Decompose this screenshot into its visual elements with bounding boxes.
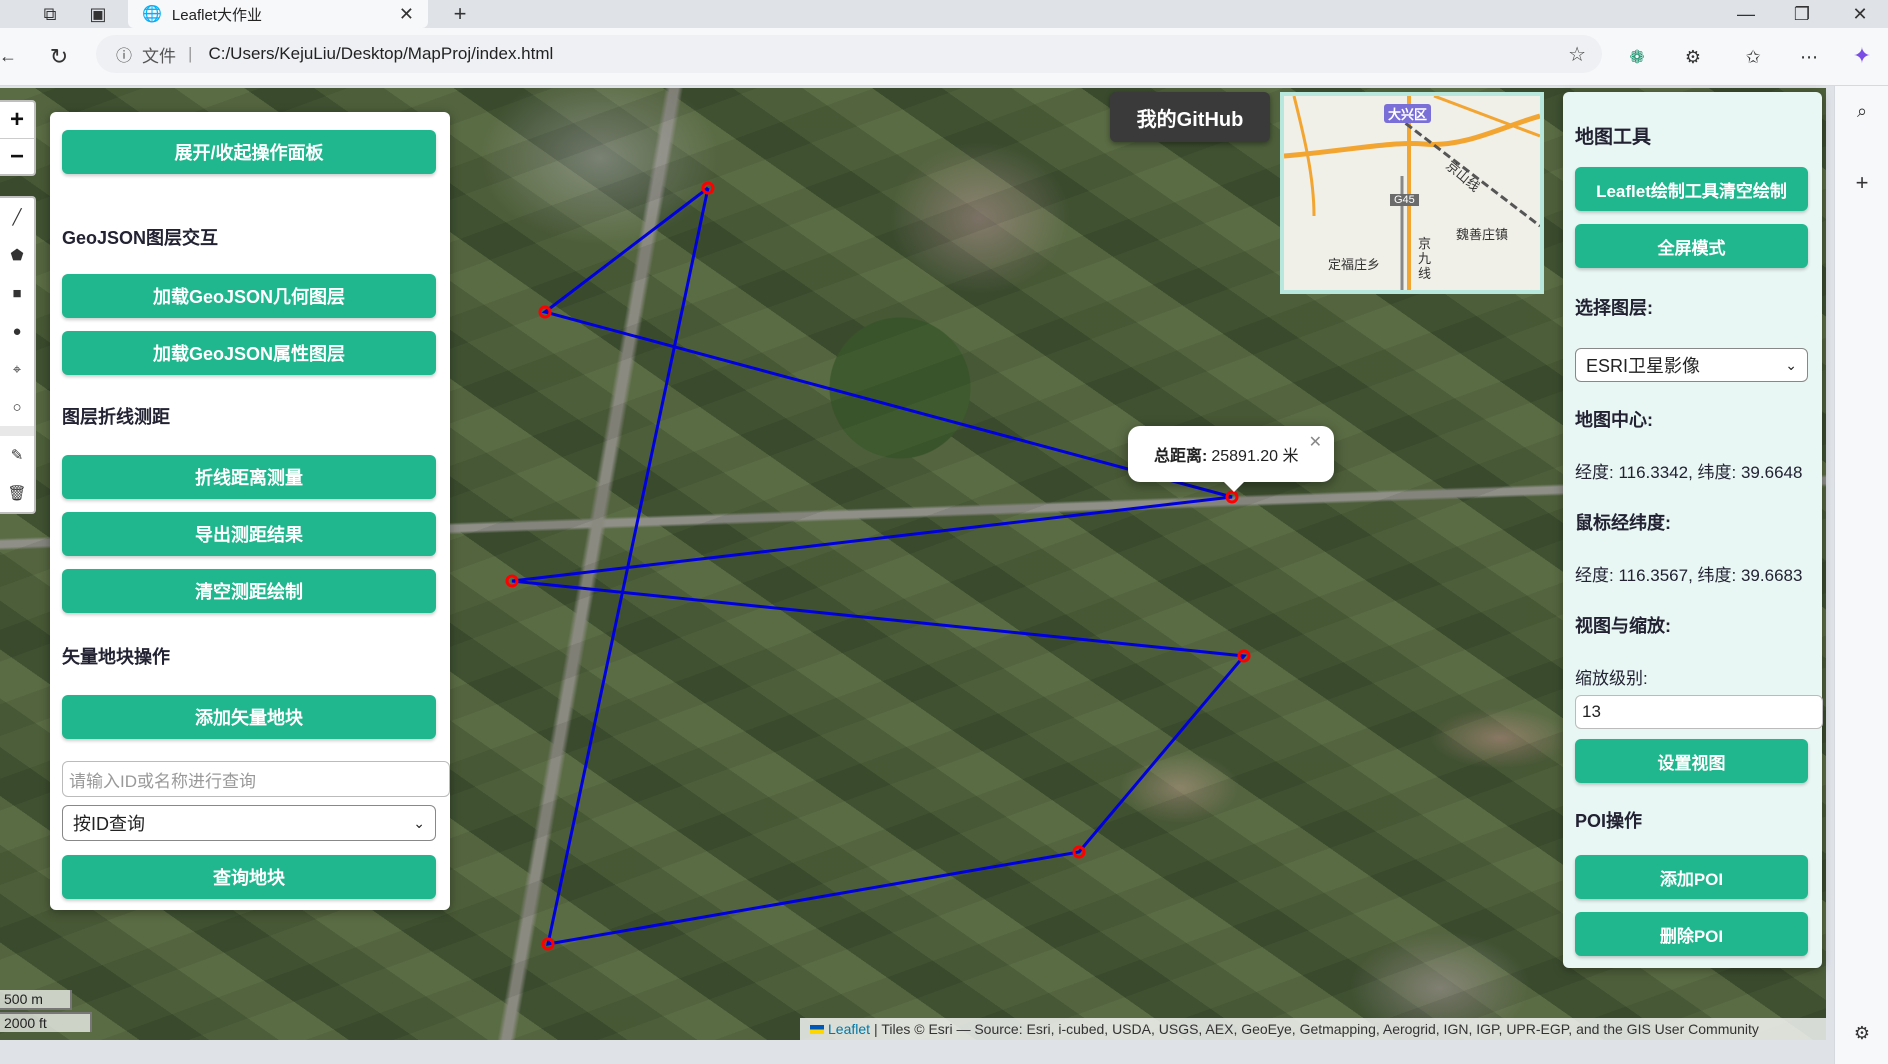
geojson-section-title: GeoJSON图层交互	[62, 228, 219, 248]
draw-circle-icon[interactable]: ●	[0, 312, 34, 350]
query-input[interactable]: 请输入ID或名称进行查询	[62, 761, 450, 797]
minimap-label: G45	[1390, 194, 1419, 206]
measure-polyline[interactable]	[511, 186, 1247, 946]
load-geojson-geometry-button[interactable]: 加载GeoJSON几何图层	[62, 274, 436, 318]
clear-measure-button[interactable]: 清空测距绘制	[62, 569, 436, 613]
draw-toolbar: ╱ ⬟ ■ ● ⌖ ○ ✎ 🗑	[0, 196, 36, 514]
distance-label: 总距离:	[1154, 448, 1208, 465]
minimap-label: 定福庄乡	[1328, 257, 1381, 272]
copilot-icon[interactable]: ✦	[1848, 42, 1876, 70]
tab-actions-icon[interactable]: ▣	[88, 4, 108, 24]
toggle-panel-button[interactable]: 展开/收起操作面板	[62, 130, 436, 174]
close-window-icon[interactable]: ✕	[1848, 2, 1872, 26]
distance-popup: 总距离: 25891.20 米 ✕	[1128, 426, 1334, 492]
load-geojson-attribute-button[interactable]: 加载GeoJSON属性图层	[62, 331, 436, 375]
extensions-icon[interactable]: ⚙	[1680, 44, 1706, 70]
restore-icon[interactable]: ❐	[1790, 2, 1814, 26]
zoom-out-button[interactable]: −	[0, 138, 34, 174]
mouse-coords-value: 经度: 116.3567, 纬度: 39.6683	[1575, 566, 1803, 585]
center-label: 地图中心:	[1575, 410, 1653, 430]
mouse-coords-label: 鼠标经纬度:	[1575, 513, 1671, 533]
url-separator: |	[188, 44, 193, 63]
add-vector-block-button[interactable]: 添加矢量地块	[62, 695, 436, 739]
layer-select[interactable]: ESRI卫星影像 ⌄	[1575, 348, 1808, 382]
query-block-button[interactable]: 查询地块	[62, 855, 436, 899]
edit-layers-icon[interactable]: ✎	[0, 436, 34, 474]
draw-rectangle-icon[interactable]: ■	[0, 274, 34, 312]
url-scheme-label: 文件	[142, 46, 177, 66]
chevron-down-icon: ⌄	[1785, 356, 1797, 373]
leaflet-link[interactable]: Leaflet	[828, 1021, 870, 1037]
more-menu-icon[interactable]: ⋯	[1796, 44, 1822, 70]
tools-title: 地图工具	[1575, 127, 1652, 148]
export-measure-button[interactable]: 导出测距结果	[62, 512, 436, 556]
search-icon[interactable]: ⌕	[1849, 98, 1875, 124]
browser-tab[interactable]: 🌐 Leaflet大作业 ✕	[128, 0, 428, 28]
layer-label: 选择图层:	[1575, 298, 1653, 318]
globe-icon: 🌐	[142, 6, 162, 23]
url-text: C:/Users/KejuLiu/Desktop/MapProj/index.h…	[208, 44, 554, 63]
chevron-down-icon: ⌄	[413, 814, 425, 831]
layer-select-value: ESRI卫星影像	[1586, 356, 1701, 376]
favorite-star-icon[interactable]: ☆	[1568, 42, 1586, 67]
vector-section-title: 矢量地块操作	[62, 647, 170, 667]
query-mode-select[interactable]: 按ID查询 ⌄	[62, 805, 436, 841]
minimap[interactable]: 大兴区 G45 京山线 魏善庄镇 定福庄乡 京九线	[1280, 92, 1544, 294]
close-tab-icon[interactable]: ✕	[399, 4, 414, 25]
zoom-in-button[interactable]: +	[0, 102, 34, 138]
polyline-measure-button[interactable]: 折线距离测量	[62, 455, 436, 499]
tab-bar: ⧉ ▣ 🌐 Leaflet大作业 ✕ + — ❐ ✕	[0, 0, 1888, 28]
add-sidebar-icon[interactable]: +	[1849, 170, 1875, 196]
minimize-icon[interactable]: —	[1734, 2, 1758, 26]
zoom-control: + −	[0, 100, 36, 176]
set-view-button[interactable]: 设置视图	[1575, 739, 1808, 783]
operation-panel: 展开/收起操作面板 GeoJSON图层交互 加载GeoJSON几何图层 加载Ge…	[50, 112, 450, 910]
delete-layers-icon[interactable]: 🗑	[0, 474, 34, 512]
minimap-label: 魏善庄镇	[1456, 227, 1509, 242]
refresh-icon[interactable]: ↻	[46, 44, 72, 70]
clear-draw-button[interactable]: Leaflet绘制工具清空绘制	[1575, 167, 1808, 211]
address-bar: ← ↻ ⓘ 文件 | C:/Users/KejuLiu/Desktop/MapP…	[0, 28, 1888, 86]
back-icon[interactable]: ←	[0, 44, 17, 68]
map-attribution: Leaflet | Tiles © Esri — Source: Esri, i…	[800, 1018, 1826, 1040]
draw-polygon-icon[interactable]: ⬟	[0, 236, 34, 274]
minimap-label: 大兴区	[1384, 104, 1432, 123]
github-button[interactable]: 我的GitHub	[1110, 92, 1270, 142]
map-tools-panel: 地图工具 Leaflet绘制工具清空绘制 全屏模式 选择图层: ESRI卫星影像…	[1563, 92, 1823, 968]
query-mode-value: 按ID查询	[73, 814, 145, 834]
scale-imperial: 2000 ft	[0, 1012, 92, 1032]
poi-section-title: POI操作	[1575, 811, 1643, 831]
browser-sidebar: ⌕ + ⚙	[1834, 86, 1888, 1064]
draw-marker-icon[interactable]: ⌖	[0, 350, 34, 388]
close-icon[interactable]: ✕	[1309, 432, 1322, 452]
distance-value: 25891.20 米	[1211, 448, 1299, 465]
zoom-level-input[interactable]: 13	[1575, 695, 1823, 729]
favorites-icon[interactable]: ✩	[1740, 44, 1766, 70]
extension-leaf-icon[interactable]: ❁	[1624, 44, 1650, 70]
scale-metric: 500 m	[0, 990, 72, 1010]
ukraine-flag-icon	[810, 1024, 824, 1034]
info-icon[interactable]: ⓘ	[116, 42, 132, 66]
view-zoom-label: 视图与缩放:	[1575, 616, 1671, 636]
tab-title: Leaflet大作业	[171, 6, 262, 24]
new-tab-icon[interactable]: +	[448, 1, 472, 26]
measure-section-title: 图层折线测距	[62, 407, 170, 427]
delete-poi-button[interactable]: 删除POI	[1575, 912, 1808, 956]
workspaces-icon[interactable]: ⧉	[40, 4, 60, 24]
draw-circlemarker-icon[interactable]: ○	[0, 388, 34, 426]
settings-gear-icon[interactable]: ⚙	[1849, 1020, 1875, 1046]
toolbar-gap	[0, 426, 34, 436]
minimap-label: 京九线	[1418, 236, 1432, 281]
zoom-level-label: 缩放级别:	[1575, 669, 1648, 688]
add-poi-button[interactable]: 添加POI	[1575, 855, 1808, 899]
minimap-roads	[1284, 96, 1540, 290]
draw-polyline-icon[interactable]: ╱	[0, 198, 34, 236]
fullscreen-button[interactable]: 全屏模式	[1575, 224, 1808, 268]
url-field[interactable]: ⓘ 文件 | C:/Users/KejuLiu/Desktop/MapProj/…	[96, 35, 1602, 73]
center-value: 经度: 116.3342, 纬度: 39.6648	[1575, 463, 1803, 482]
attribution-text: | Tiles © Esri — Source: Esri, i-cubed, …	[874, 1021, 1759, 1037]
